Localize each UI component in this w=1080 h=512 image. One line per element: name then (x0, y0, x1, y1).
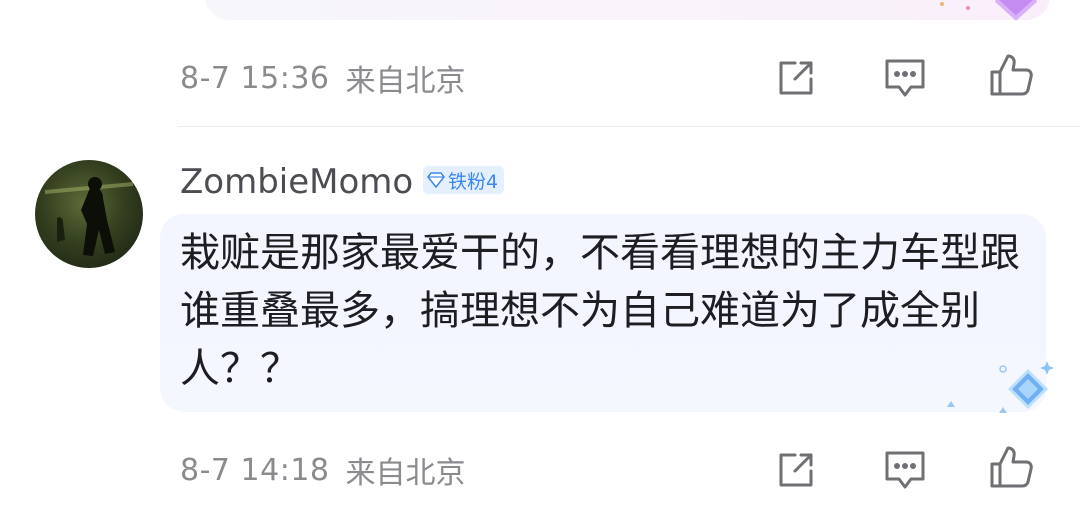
reply-button[interactable] (882, 447, 928, 493)
like-button[interactable] (988, 444, 1034, 490)
username[interactable]: ZombieMomo (180, 160, 413, 204)
reply-button[interactable] (882, 55, 928, 101)
comment-location: 来自北京 (345, 456, 466, 491)
comment-divider (178, 126, 1080, 127)
share-button[interactable] (773, 55, 819, 101)
avatar-image (45, 177, 133, 256)
previous-comment-meta: 8-7 15:36 来自北京 (180, 58, 466, 100)
share-edit-icon (779, 453, 813, 487)
comment-time: 8-7 15:36 (180, 60, 330, 96)
thumbs-up-icon (990, 54, 1033, 96)
diamond-icon (427, 172, 445, 188)
share-edit-icon (779, 61, 813, 95)
comment-time: 8-7 14:18 (180, 452, 330, 488)
comment-reply-icon (885, 59, 925, 97)
comment-location: 来自北京 (345, 64, 466, 99)
share-button[interactable] (773, 447, 819, 493)
previous-comment-bubble (205, 0, 1050, 20)
comment-text[interactable]: 栽赃是那家最爱干的，不看看理想的主力车型跟谁重叠最多，搞理想不为自己难道为了成全… (180, 224, 1020, 398)
badge-label: 铁粉4 (448, 170, 499, 193)
bubble-decoration (947, 361, 1054, 413)
comment-reply-icon (885, 451, 925, 489)
avatar[interactable] (35, 160, 143, 268)
bubble-decoration (940, 0, 1038, 21)
like-button[interactable] (988, 52, 1034, 98)
comment-meta: 8-7 14:18 来自北京 (180, 450, 466, 492)
fan-level-badge[interactable]: 铁粉4 (423, 166, 505, 194)
thumbs-up-icon (990, 446, 1033, 488)
